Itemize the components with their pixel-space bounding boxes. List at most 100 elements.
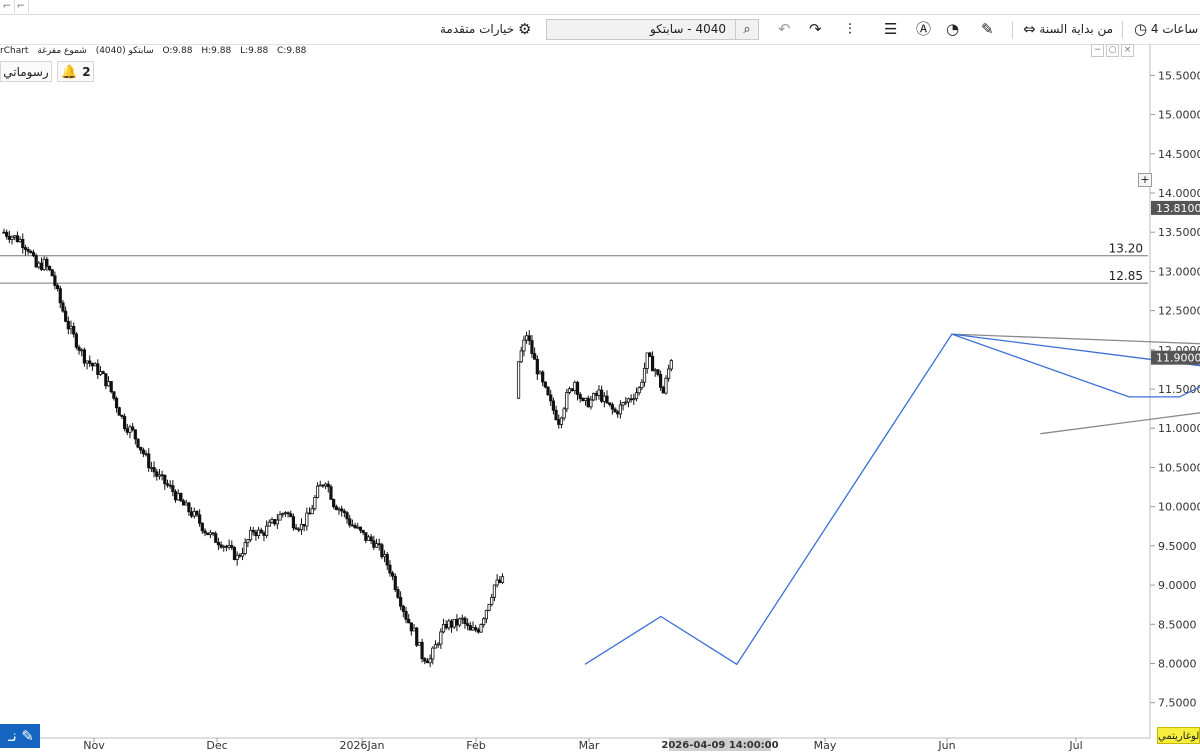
candle-body bbox=[605, 395, 609, 404]
candle-body bbox=[366, 536, 371, 541]
candle-body bbox=[117, 407, 121, 416]
candle-body bbox=[18, 238, 22, 243]
candle-body bbox=[165, 483, 170, 486]
y-tick-label: 13.0000 bbox=[1158, 265, 1200, 278]
candle-body bbox=[390, 572, 395, 577]
candle-body bbox=[184, 502, 188, 506]
candle-body bbox=[350, 524, 355, 527]
candle-body bbox=[487, 603, 491, 611]
x-tick-label: Nov bbox=[83, 739, 105, 752]
candle-body bbox=[452, 618, 456, 628]
drawing-zigzag[interactable] bbox=[584, 268, 1200, 666]
candle-body bbox=[96, 363, 100, 375]
candle-body bbox=[533, 353, 537, 360]
candle-body bbox=[254, 531, 258, 537]
candle-body bbox=[74, 333, 78, 348]
candle-body bbox=[176, 493, 180, 501]
candle-body bbox=[219, 544, 223, 548]
candle-body bbox=[112, 391, 116, 399]
y-tick-label: 9.5000 bbox=[1158, 540, 1197, 553]
candle-body bbox=[37, 262, 41, 268]
candle-body bbox=[198, 514, 202, 524]
candle-body bbox=[653, 369, 657, 372]
candle-body bbox=[69, 325, 73, 330]
horizontal-levels[interactable]: 13.20 12.85 bbox=[0, 242, 1148, 284]
candle-body bbox=[66, 320, 70, 330]
candle-body bbox=[484, 609, 489, 620]
candle-body bbox=[64, 310, 68, 322]
candle-body bbox=[313, 496, 317, 510]
candle-body bbox=[265, 525, 269, 536]
candle-body bbox=[29, 250, 33, 253]
candle-body bbox=[549, 394, 553, 402]
candle-body bbox=[267, 521, 271, 527]
log-scale-button[interactable]: لوغاريتمي bbox=[1157, 727, 1200, 744]
candle-body bbox=[262, 532, 266, 536]
candle-body bbox=[82, 349, 86, 364]
pencil-button[interactable]: نـ ✎ bbox=[0, 724, 40, 748]
candle-body bbox=[42, 258, 46, 270]
candle-body bbox=[39, 262, 44, 270]
candle-body bbox=[230, 545, 234, 548]
candle-body bbox=[273, 518, 277, 525]
candle-body bbox=[399, 597, 403, 607]
candle-body bbox=[34, 255, 38, 268]
candle-body bbox=[240, 553, 245, 557]
candle-body bbox=[629, 398, 633, 401]
candle-body bbox=[634, 392, 639, 400]
candle-body bbox=[192, 510, 196, 517]
candle-body bbox=[88, 360, 92, 364]
candle-body bbox=[23, 247, 28, 250]
candle-body bbox=[109, 381, 113, 393]
candle-body bbox=[224, 545, 229, 548]
candle-body bbox=[31, 252, 36, 257]
candle-body bbox=[436, 643, 440, 646]
candle-body bbox=[530, 340, 534, 354]
candle-body bbox=[377, 543, 381, 546]
candle-body bbox=[409, 622, 413, 632]
candle-body bbox=[101, 371, 105, 375]
candle-body bbox=[407, 618, 411, 624]
candle-body bbox=[302, 523, 306, 527]
candle-body bbox=[608, 402, 612, 405]
candle-body bbox=[179, 493, 183, 502]
y-tick-label: 10.5000 bbox=[1158, 461, 1200, 474]
drawings[interactable] bbox=[584, 268, 1200, 666]
candle-body bbox=[211, 532, 215, 535]
candle-body bbox=[2, 231, 6, 234]
candle-body bbox=[412, 627, 416, 632]
candle-body bbox=[645, 352, 649, 369]
candle-body bbox=[500, 576, 505, 583]
candle-body bbox=[326, 483, 330, 488]
candle-body bbox=[589, 399, 593, 408]
price-chart[interactable]: 15.5000 15.0000 14.5000 14.0000 13.5000 13.00… bbox=[0, 0, 1200, 752]
candle-body bbox=[586, 397, 590, 408]
candle-body bbox=[618, 404, 623, 415]
candle-body bbox=[573, 381, 577, 391]
y-tick-label: 7.5000 bbox=[1158, 697, 1197, 710]
candle-body bbox=[474, 627, 478, 631]
x-tick-label: Feb bbox=[466, 739, 485, 752]
y-tick-label: 14.5000 bbox=[1158, 148, 1200, 161]
candle-body bbox=[423, 658, 427, 662]
level-label: 12.85 bbox=[1109, 269, 1143, 283]
candle-body bbox=[637, 387, 641, 394]
candle-body bbox=[441, 623, 446, 633]
candle-body bbox=[307, 512, 312, 515]
candle-body bbox=[147, 453, 151, 469]
candle-body bbox=[659, 374, 663, 388]
candle-body bbox=[583, 397, 588, 402]
candle-body bbox=[120, 414, 124, 417]
x-axis-ticks: Nov Dec 2026Jan Feb Mar May Jun Jul bbox=[83, 738, 1083, 752]
candle-body bbox=[294, 527, 298, 530]
candle-body bbox=[516, 361, 521, 399]
candle-body bbox=[428, 658, 432, 664]
candle-body bbox=[141, 449, 145, 455]
candle-body bbox=[157, 474, 162, 477]
y-axis-ticks: 15.5000 15.0000 14.5000 14.0000 13.5000 13.00… bbox=[1150, 69, 1200, 710]
add-level-button[interactable]: + bbox=[1138, 173, 1152, 187]
candle-body bbox=[594, 393, 598, 396]
candle-body bbox=[578, 394, 582, 399]
candle-body bbox=[315, 485, 320, 498]
candle-body bbox=[10, 236, 14, 240]
